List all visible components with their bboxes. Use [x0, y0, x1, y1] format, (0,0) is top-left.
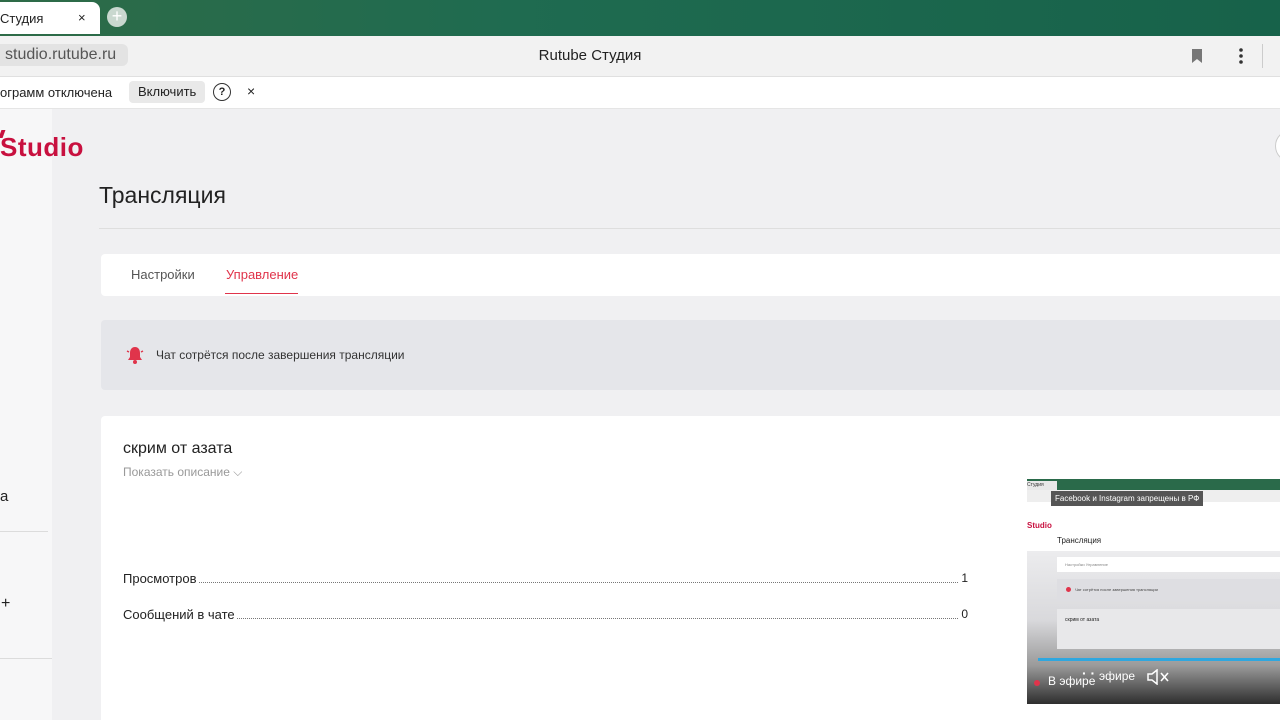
tab-settings[interactable]: Настройки	[131, 267, 195, 282]
stat-label: Сообщений в чате	[123, 607, 237, 622]
preview-logo: Studio	[1027, 521, 1052, 530]
notice-text: Чат сотрётся после завершения трансляции	[156, 348, 405, 362]
preview-bell-icon	[1066, 587, 1071, 592]
preview-tab: Студия	[1027, 481, 1057, 490]
sidebar-divider	[0, 531, 48, 532]
browser-tab-title: Студия	[0, 11, 44, 26]
new-tab-button[interactable]: +	[107, 7, 127, 27]
stat-dots	[123, 618, 958, 619]
browser-tab[interactable]: Студия ×	[0, 2, 100, 34]
preview-heading: Трансляция	[1057, 536, 1102, 545]
avatar[interactable]	[1275, 130, 1280, 162]
stat-label: Просмотров	[123, 571, 199, 586]
chat-notice: Чат сотрётся после завершения трансляции	[101, 320, 1280, 390]
preview-progress-fill	[1038, 658, 1280, 661]
preview-tabs-text: Настройки Управление	[1065, 562, 1108, 567]
active-tab-indicator	[225, 293, 298, 294]
live-dot-icon	[1034, 680, 1040, 686]
preview-controls: · · эфире В эфире	[1027, 665, 1280, 704]
bell-icon	[126, 347, 144, 364]
sidebar-add-icon[interactable]: +	[1, 595, 10, 613]
mute-icon[interactable]	[1146, 669, 1170, 685]
live-preview-player[interactable]: Студия Facebook и Instagram запрещены в …	[1027, 479, 1280, 704]
enable-button[interactable]: Включить	[129, 81, 206, 103]
tab-management[interactable]: Управление	[226, 267, 298, 282]
preview-progress-bar[interactable]	[1038, 658, 1280, 661]
sidebar-item-label[interactable]: а	[0, 488, 8, 505]
page-heading: Трансляция	[99, 182, 226, 208]
preview-overlap-text: эфире	[1099, 669, 1136, 683]
preview-stream-card: скрим от азата	[1057, 609, 1280, 649]
stat-row-views: Просмотров 1	[123, 571, 968, 589]
preview-tabs: Настройки Управление	[1057, 557, 1280, 572]
heading-divider	[99, 228, 1280, 229]
stream-title: скрим от азата	[123, 440, 233, 457]
preview-stream-title: скрим от азата	[1065, 617, 1100, 623]
address-bar: studio.rutube.ru Rutube Студия	[0, 36, 1280, 77]
studio-logo[interactable]: Studio	[0, 132, 84, 163]
tab-close-icon[interactable]: ×	[78, 10, 86, 25]
show-description-link[interactable]: Показать описание ⌵	[123, 465, 242, 480]
stat-row-chat-messages: Сообщений в чате 0	[123, 607, 968, 625]
info-bar-close-icon[interactable]: ×	[247, 83, 255, 99]
sidebar	[0, 109, 52, 720]
preview-tab-strip: Студия	[1027, 479, 1280, 490]
address-divider	[1262, 44, 1263, 68]
stat-dots	[123, 582, 958, 583]
preview-notice-text: Чат сотрётся после завершения трансляции	[1075, 587, 1158, 592]
menu-dots-icon[interactable]	[1234, 47, 1248, 65]
info-bar-text: ограмм отключена	[0, 85, 113, 100]
stat-value: 1	[958, 571, 968, 585]
sidebar-divider	[0, 658, 52, 659]
bookmark-icon[interactable]	[1190, 48, 1204, 64]
page-title: Rutube Студия	[538, 47, 642, 64]
preview-tooltip: Facebook и Instagram запрещены в РФ	[1051, 491, 1204, 506]
live-label: В эфире	[1048, 674, 1096, 688]
preview-notice: Чат сотрётся после завершения трансляции	[1057, 579, 1280, 601]
browser-tab-strip: Студия × +	[0, 0, 1280, 36]
stream-tabs: Настройки Управление	[101, 254, 1280, 296]
stat-value: 0	[958, 607, 968, 621]
help-icon[interactable]: ?	[213, 83, 231, 101]
info-bar: ограмм отключена Включить ? ×	[0, 77, 1280, 109]
